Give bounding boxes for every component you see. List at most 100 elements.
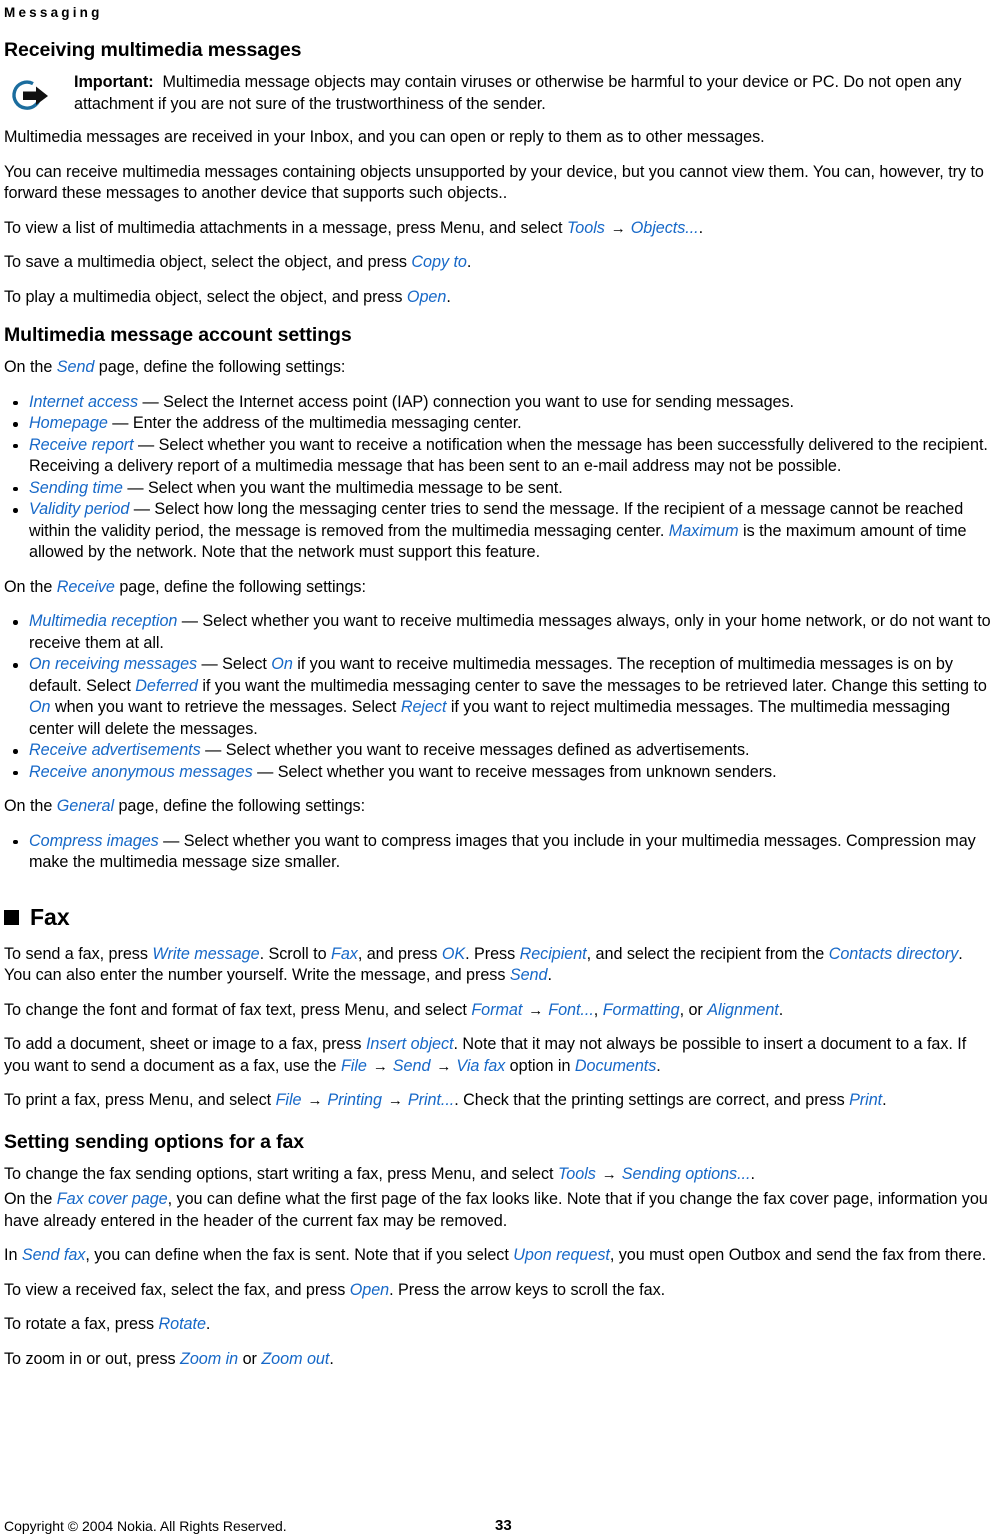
text-fragment: page, define the following settings: [94,358,346,376]
ui-term-send-2: Send [392,1056,431,1075]
paragraph-view-attachments: To view a list of multimedia attachments… [4,218,993,240]
paragraph-rotate-fax: To rotate a fax, press Rotate. [4,1314,993,1336]
list-send-settings: Internet access — Select the Internet ac… [4,392,993,564]
heading-sending-options: Setting sending options for a fax [4,1130,305,1153]
setting-description: Select whether you want to receive messa… [277,762,777,781]
text-fragment: , [593,1000,603,1019]
setting-description: Select the Internet access point (IAP) c… [163,392,794,411]
text-fragment: On the [4,797,57,815]
text-fragment: . [205,1315,211,1333]
text-fragment: — [138,392,164,411]
list-item: Compress images — Select whether you wan… [4,831,993,874]
important-note-text: Important: Multimedia message objects ma… [74,72,993,115]
menu-arrow-icon: → [436,1057,452,1075]
setting-description: Enter the address of the multimedia mess… [132,414,522,432]
ui-term-rotate: Rotate [158,1315,206,1333]
ui-term-insert-object: Insert object [365,1035,454,1053]
text-fragment: — [107,414,133,432]
setting-term: On receiving messages [29,655,198,673]
ui-term-copy-to: Copy to [411,253,467,271]
text-fragment: — [133,435,159,454]
list-item: Receive anonymous messages — Select whet… [4,762,993,784]
paragraph-general-page-intro: On the General page, define the followin… [4,796,993,818]
setting-term: Internet access [29,392,139,411]
text-fragment: To send a fax, press [4,944,153,963]
text-fragment: — [158,831,184,850]
paragraph-send-page-intro: On the Send page, define the following s… [4,357,993,379]
ui-term-documents: Documents [574,1056,657,1075]
text-fragment: . Press [465,944,520,963]
list-item: Validity period — Select how long the me… [4,499,993,564]
ui-term-sending-options: Sending options... [621,1164,751,1183]
ui-term-ok: OK [441,944,466,963]
paragraph-unsupported-objects: You can receive multimedia messages cont… [4,162,984,203]
text-fragment: On the [4,1190,57,1208]
list-item: Multimedia reception — Select whether yo… [4,611,993,654]
menu-arrow-icon: → [601,1165,617,1183]
ui-term-send-page: Send [56,358,95,376]
ui-term-format: Format [471,1000,523,1019]
paragraph-insert-object: To add a document, sheet or image to a f… [4,1034,993,1077]
running-header: Messaging [4,5,103,20]
page-content: Messaging Receiving multimedia messages … [4,0,993,1370]
text-fragment: . Check that the printing settings are c… [454,1091,850,1109]
chapter-square-icon [4,909,19,925]
setting-term: Multimedia reception [29,612,178,630]
ui-term-zoom-out: Zoom out [261,1349,330,1368]
text-fragment: To play a multimedia object, select the … [4,287,407,306]
text-fragment: Select [222,655,272,673]
ui-term-tools: Tools [566,218,605,237]
ui-term-open-2: Open [349,1280,390,1299]
text-fragment: To add a document, sheet or image to a f… [4,1035,366,1053]
text-fragment: , you can define when the fax is sent. N… [85,1246,514,1264]
ui-term-upon-request: Upon request [513,1246,610,1264]
setting-term: Receive advertisements [29,741,201,759]
paragraph-inbox-receive: Multimedia messages are received in your… [4,128,765,146]
ui-term-recipient: Recipient [519,944,587,963]
copyright-notice: Copyright © 2004 Nokia. All Rights Reser… [4,1518,287,1534]
menu-arrow-icon: → [307,1092,323,1109]
setting-term: Validity period [29,500,130,518]
setting-term: Receive report [29,435,134,454]
ui-term-print: Print [849,1091,883,1109]
paragraph-send-fax-timing: In Send fax, you can define when the fax… [4,1245,993,1267]
setting-term: Receive anonymous messages [29,762,253,781]
chapter-title: Fax [30,903,70,930]
setting-description: Select whether you want to receive a not… [29,435,988,476]
text-fragment: In [4,1246,22,1264]
ui-term-via-fax: Via fax [456,1056,506,1075]
paragraph-font-format: To change the font and format of fax tex… [4,1000,993,1022]
text-fragment: — [177,612,203,630]
ui-term-fax: Fax [330,944,358,963]
text-fragment: page, define the following settings: [114,577,366,596]
text-fragment: . [882,1091,887,1109]
menu-arrow-icon: → [372,1057,388,1075]
text-fragment: . [778,1000,784,1019]
ui-term-general-page: General [56,797,114,815]
setting-term: Homepage [29,414,108,432]
ui-term-tools-2: Tools [557,1164,596,1183]
ui-term-reject: Reject [400,698,447,716]
ui-term-zoom-in: Zoom in [180,1349,239,1368]
paragraph-print-fax: To print a fax, press Menu, and select F… [4,1090,993,1112]
text-fragment: if you want the multimedia messaging cen… [197,676,987,695]
text-fragment: To zoom in or out, press [4,1349,180,1368]
ui-term-print-dialog: Print... [407,1091,455,1109]
text-fragment: To save a multimedia object, select the … [4,253,412,271]
list-item: Receive report — Select whether you want… [4,435,993,478]
setting-term: Compress images [29,831,159,850]
paragraph-receive-page-intro: On the Receive page, define the followin… [4,577,993,599]
text-fragment: — [252,762,278,781]
setting-term: Sending time [29,478,123,497]
text-fragment: option in [505,1056,575,1075]
paragraph-change-sending-options: To change the fax sending options, start… [4,1164,993,1186]
text-fragment: To view a list of multimedia attachments… [4,218,567,237]
list-receive-settings: Multimedia reception — Select whether yo… [4,611,993,783]
ui-term-fax-cover-page: Fax cover page [56,1190,168,1208]
page-number: 33 [495,1517,512,1534]
ui-term-receive-page: Receive [56,577,115,596]
heading-receiving-multimedia-messages: Receiving multimedia messages [4,39,302,61]
text-fragment: or [238,1349,262,1368]
menu-arrow-icon: → [528,1001,544,1019]
text-fragment: To change the font and format of fax tex… [4,1000,472,1019]
